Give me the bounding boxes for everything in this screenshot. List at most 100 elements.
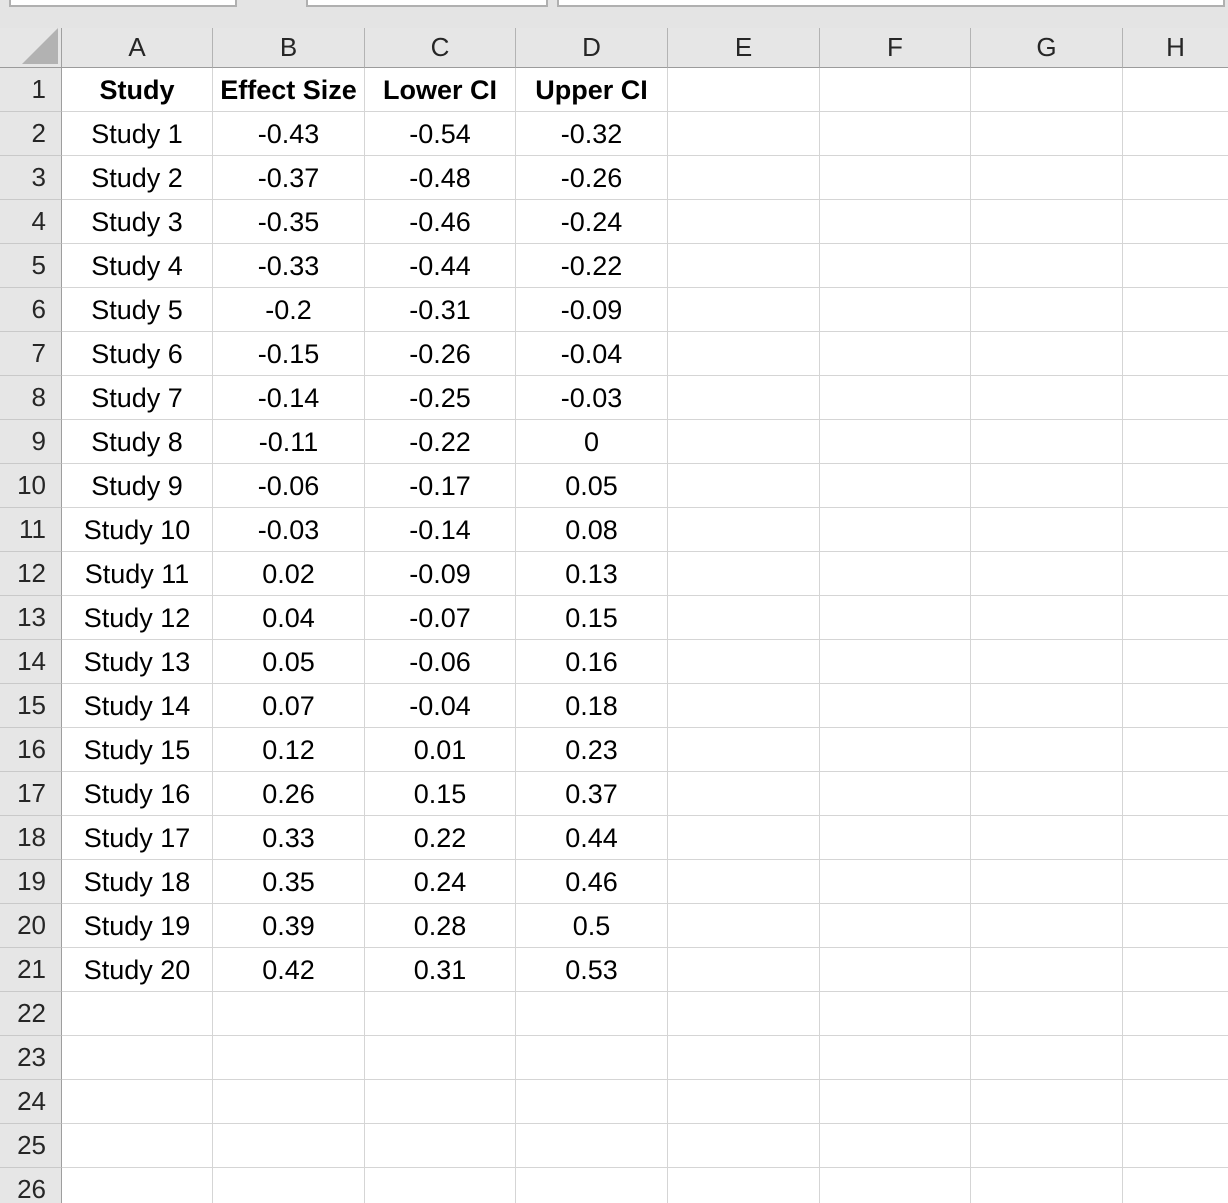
cell-A12[interactable]: Study 11 [62,552,213,596]
row-header-17[interactable]: 17 [0,772,62,816]
cell-E20[interactable] [668,904,820,948]
cell-D17[interactable]: 0.37 [516,772,668,816]
cell-G18[interactable] [971,816,1123,860]
cell-F14[interactable] [820,640,971,684]
cell-B19[interactable]: 0.35 [213,860,365,904]
row-header-11[interactable]: 11 [0,508,62,552]
cell-F24[interactable] [820,1080,971,1124]
cell-H8[interactable] [1123,376,1228,420]
cell-A22[interactable] [62,992,213,1036]
cell-E9[interactable] [668,420,820,464]
cell-G2[interactable] [971,112,1123,156]
cell-H22[interactable] [1123,992,1228,1036]
cell-G26[interactable] [971,1168,1123,1203]
cell-D26[interactable] [516,1168,668,1203]
cell-F3[interactable] [820,156,971,200]
row-header-19[interactable]: 19 [0,860,62,904]
cell-H6[interactable] [1123,288,1228,332]
cell-C5[interactable]: -0.44 [365,244,516,288]
cell-E16[interactable] [668,728,820,772]
cell-B6[interactable]: -0.2 [213,288,365,332]
cell-B10[interactable]: -0.06 [213,464,365,508]
cell-G13[interactable] [971,596,1123,640]
row-header-18[interactable]: 18 [0,816,62,860]
cell-B24[interactable] [213,1080,365,1124]
cell-C12[interactable]: -0.09 [365,552,516,596]
cell-D5[interactable]: -0.22 [516,244,668,288]
row-header-4[interactable]: 4 [0,200,62,244]
cell-H15[interactable] [1123,684,1228,728]
cell-E12[interactable] [668,552,820,596]
cell-G4[interactable] [971,200,1123,244]
cell-A21[interactable]: Study 20 [62,948,213,992]
cell-E10[interactable] [668,464,820,508]
name-box[interactable] [9,0,237,7]
cell-D18[interactable]: 0.44 [516,816,668,860]
row-header-14[interactable]: 14 [0,640,62,684]
cell-G21[interactable] [971,948,1123,992]
cell-A6[interactable]: Study 5 [62,288,213,332]
cell-C4[interactable]: -0.46 [365,200,516,244]
cell-E8[interactable] [668,376,820,420]
cell-B25[interactable] [213,1124,365,1168]
cell-E11[interactable] [668,508,820,552]
cell-C24[interactable] [365,1080,516,1124]
cell-F5[interactable] [820,244,971,288]
cell-B16[interactable]: 0.12 [213,728,365,772]
cell-H12[interactable] [1123,552,1228,596]
cell-B9[interactable]: -0.11 [213,420,365,464]
cell-G8[interactable] [971,376,1123,420]
row-header-5[interactable]: 5 [0,244,62,288]
cell-E2[interactable] [668,112,820,156]
cell-E13[interactable] [668,596,820,640]
cell-D6[interactable]: -0.09 [516,288,668,332]
cell-A9[interactable]: Study 8 [62,420,213,464]
cell-F1[interactable] [820,68,971,112]
cell-A23[interactable] [62,1036,213,1080]
cell-H3[interactable] [1123,156,1228,200]
column-header-H[interactable]: H [1123,28,1228,68]
cell-B22[interactable] [213,992,365,1036]
cell-E22[interactable] [668,992,820,1036]
cell-H17[interactable] [1123,772,1228,816]
cell-A13[interactable]: Study 12 [62,596,213,640]
cell-C20[interactable]: 0.28 [365,904,516,948]
cell-C1[interactable]: Lower CI [365,68,516,112]
cell-H19[interactable] [1123,860,1228,904]
row-header-20[interactable]: 20 [0,904,62,948]
cell-G16[interactable] [971,728,1123,772]
cell-H13[interactable] [1123,596,1228,640]
cell-B21[interactable]: 0.42 [213,948,365,992]
cell-H2[interactable] [1123,112,1228,156]
cell-D8[interactable]: -0.03 [516,376,668,420]
cell-H23[interactable] [1123,1036,1228,1080]
cell-D25[interactable] [516,1124,668,1168]
cell-B5[interactable]: -0.33 [213,244,365,288]
cell-F21[interactable] [820,948,971,992]
row-header-13[interactable]: 13 [0,596,62,640]
column-header-D[interactable]: D [516,28,668,68]
cell-C11[interactable]: -0.14 [365,508,516,552]
row-header-21[interactable]: 21 [0,948,62,992]
cell-A20[interactable]: Study 19 [62,904,213,948]
cell-D14[interactable]: 0.16 [516,640,668,684]
cell-F2[interactable] [820,112,971,156]
cell-A1[interactable]: Study [62,68,213,112]
cell-A4[interactable]: Study 3 [62,200,213,244]
cell-E24[interactable] [668,1080,820,1124]
cell-C7[interactable]: -0.26 [365,332,516,376]
cell-E3[interactable] [668,156,820,200]
cell-F16[interactable] [820,728,971,772]
cell-D16[interactable]: 0.23 [516,728,668,772]
cell-B8[interactable]: -0.14 [213,376,365,420]
cell-E19[interactable] [668,860,820,904]
cell-C3[interactable]: -0.48 [365,156,516,200]
cell-C13[interactable]: -0.07 [365,596,516,640]
column-header-B[interactable]: B [213,28,365,68]
cell-H11[interactable] [1123,508,1228,552]
cell-B11[interactable]: -0.03 [213,508,365,552]
cell-F20[interactable] [820,904,971,948]
column-header-E[interactable]: E [668,28,820,68]
cell-B7[interactable]: -0.15 [213,332,365,376]
cell-G25[interactable] [971,1124,1123,1168]
